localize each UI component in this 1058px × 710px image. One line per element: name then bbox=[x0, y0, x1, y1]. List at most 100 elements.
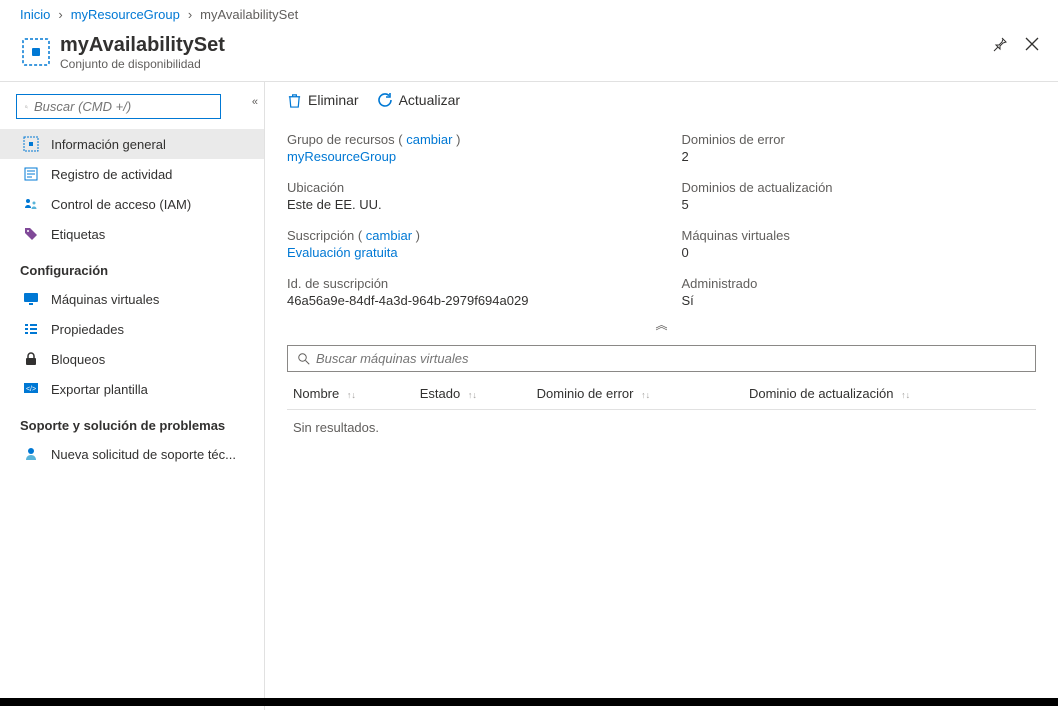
sidebar-item-label: Bloqueos bbox=[51, 352, 105, 367]
close-button[interactable] bbox=[1024, 36, 1042, 54]
delete-button[interactable]: Eliminar bbox=[287, 92, 359, 108]
lock-icon bbox=[23, 351, 39, 367]
essential-label: Máquinas virtuales bbox=[682, 228, 1037, 243]
column-label: Nombre bbox=[293, 386, 339, 401]
essentials-collapse-button[interactable]: ︽ bbox=[265, 314, 1058, 339]
column-header-name[interactable]: Nombre ↑↓ bbox=[287, 378, 414, 410]
essential-label: Dominios de error bbox=[682, 132, 1037, 147]
search-icon bbox=[25, 101, 28, 113]
sidebar-item-label: Exportar plantilla bbox=[51, 382, 148, 397]
sort-icon: ↑↓ bbox=[468, 390, 477, 400]
essential-label: Dominios de actualización bbox=[682, 180, 1037, 195]
sidebar-item-new-support-request[interactable]: Nueva solicitud de soporte téc... bbox=[0, 439, 264, 469]
essential-label: Ubicación bbox=[287, 180, 642, 195]
sidebar-item-tags[interactable]: Etiquetas bbox=[0, 219, 264, 249]
blade-header: myAvailabilitySet Conjunto de disponibil… bbox=[0, 30, 1058, 82]
sort-icon: ↑↓ bbox=[641, 390, 650, 400]
breadcrumb-current: myAvailabilitySet bbox=[200, 7, 298, 22]
export-template-icon: </> bbox=[23, 381, 39, 397]
essential-label: Suscripción bbox=[287, 228, 354, 243]
column-header-update-domain[interactable]: Dominio de actualización ↑↓ bbox=[743, 378, 1036, 410]
sidebar-search-input[interactable] bbox=[34, 99, 212, 114]
sidebar: « Información general Registro de activi… bbox=[0, 82, 265, 710]
tags-icon bbox=[23, 226, 39, 242]
essential-label: Administrado bbox=[682, 276, 1037, 291]
access-control-icon bbox=[23, 196, 39, 212]
chevron-right-icon: › bbox=[58, 7, 62, 22]
essential-value: Este de EE. UU. bbox=[287, 197, 642, 212]
command-bar: Eliminar Actualizar bbox=[265, 82, 1058, 118]
sidebar-item-label: Máquinas virtuales bbox=[51, 292, 159, 307]
chevron-up-icon: ︽ bbox=[655, 318, 667, 332]
essential-value: 0 bbox=[682, 245, 1037, 260]
essential-label: Id. de suscripción bbox=[287, 276, 642, 291]
svg-text:</>: </> bbox=[26, 386, 36, 393]
sidebar-item-overview[interactable]: Información general bbox=[0, 129, 264, 159]
sidebar-item-label: Etiquetas bbox=[51, 227, 105, 242]
sidebar-item-label: Información general bbox=[51, 137, 166, 152]
vm-table: Nombre ↑↓ Estado ↑↓ Dominio de error ↑↓ … bbox=[287, 378, 1036, 445]
page-title: myAvailabilitySet bbox=[60, 34, 225, 57]
no-results-text: Sin resultados. bbox=[287, 410, 1036, 446]
column-header-fault-domain[interactable]: Dominio de error ↑↓ bbox=[531, 378, 743, 410]
essentials-panel: Grupo de recursos ( cambiar ) myResource… bbox=[265, 118, 1058, 314]
essential-value: 5 bbox=[682, 197, 1037, 212]
column-header-status[interactable]: Estado ↑↓ bbox=[414, 378, 531, 410]
sidebar-item-locks[interactable]: Bloqueos bbox=[0, 344, 264, 374]
refresh-label: Actualizar bbox=[399, 92, 460, 108]
essential-resource-group: Grupo de recursos ( cambiar ) myResource… bbox=[287, 132, 642, 164]
activity-log-icon bbox=[23, 166, 39, 182]
sort-icon: ↑↓ bbox=[347, 390, 356, 400]
search-icon bbox=[298, 353, 310, 365]
content-pane: Eliminar Actualizar Grupo de recursos ( … bbox=[265, 82, 1058, 710]
essential-fault-domains: Dominios de error 2 bbox=[682, 132, 1037, 164]
change-resource-group-link[interactable]: cambiar bbox=[406, 132, 452, 147]
essential-subscription: Suscripción ( cambiar ) Evaluación gratu… bbox=[287, 228, 642, 260]
breadcrumb-home[interactable]: Inicio bbox=[20, 7, 50, 22]
bottom-border bbox=[0, 698, 1058, 706]
essential-update-domains: Dominios de actualización 5 bbox=[682, 180, 1037, 212]
breadcrumb: Inicio › myResourceGroup › myAvailabilit… bbox=[0, 0, 1058, 30]
properties-icon bbox=[23, 321, 39, 337]
sidebar-item-properties[interactable]: Propiedades bbox=[0, 314, 264, 344]
essential-value: Sí bbox=[682, 293, 1037, 308]
essential-value: 2 bbox=[682, 149, 1037, 164]
sidebar-item-label: Nueva solicitud de soporte téc... bbox=[51, 447, 236, 462]
refresh-icon bbox=[377, 92, 393, 108]
availability-set-icon bbox=[23, 136, 39, 152]
sidebar-search[interactable] bbox=[16, 94, 221, 119]
resource-group-link[interactable]: myResourceGroup bbox=[287, 149, 396, 164]
essential-managed: Administrado Sí bbox=[682, 276, 1037, 308]
availability-set-icon bbox=[22, 38, 50, 66]
column-label: Dominio de actualización bbox=[749, 386, 894, 401]
refresh-button[interactable]: Actualizar bbox=[377, 92, 460, 108]
vm-search-input[interactable] bbox=[316, 351, 1025, 366]
vm-search[interactable] bbox=[287, 345, 1036, 372]
essential-value: 46a56a9e-84df-4a3d-964b-2979f694a029 bbox=[287, 293, 642, 308]
sidebar-item-export-template[interactable]: </> Exportar plantilla bbox=[0, 374, 264, 404]
sidebar-section-support: Soporte y solución de problemas bbox=[0, 404, 264, 439]
essential-label: Grupo de recursos bbox=[287, 132, 395, 147]
main-split: « Información general Registro de activi… bbox=[0, 82, 1058, 710]
sidebar-item-label: Propiedades bbox=[51, 322, 124, 337]
collapse-sidebar-button[interactable]: « bbox=[252, 96, 258, 108]
chevron-right-icon: › bbox=[188, 7, 192, 22]
pin-button[interactable] bbox=[992, 36, 1010, 54]
sidebar-item-label: Control de acceso (IAM) bbox=[51, 197, 191, 212]
column-label: Dominio de error bbox=[537, 386, 634, 401]
page-subtitle: Conjunto de disponibilidad bbox=[60, 57, 225, 71]
essential-location: Ubicación Este de EE. UU. bbox=[287, 180, 642, 212]
trash-icon bbox=[287, 93, 302, 108]
sidebar-item-activity-log[interactable]: Registro de actividad bbox=[0, 159, 264, 189]
sidebar-item-virtual-machines[interactable]: Máquinas virtuales bbox=[0, 284, 264, 314]
subscription-link[interactable]: Evaluación gratuita bbox=[287, 245, 398, 260]
sidebar-section-settings: Configuración bbox=[0, 249, 264, 284]
sort-icon: ↑↓ bbox=[901, 390, 910, 400]
vm-icon bbox=[23, 291, 39, 307]
breadcrumb-resource-group[interactable]: myResourceGroup bbox=[71, 7, 180, 22]
sidebar-item-access-control[interactable]: Control de acceso (IAM) bbox=[0, 189, 264, 219]
column-label: Estado bbox=[420, 386, 460, 401]
delete-label: Eliminar bbox=[308, 92, 359, 108]
sidebar-item-label: Registro de actividad bbox=[51, 167, 172, 182]
change-subscription-link[interactable]: cambiar bbox=[366, 228, 412, 243]
